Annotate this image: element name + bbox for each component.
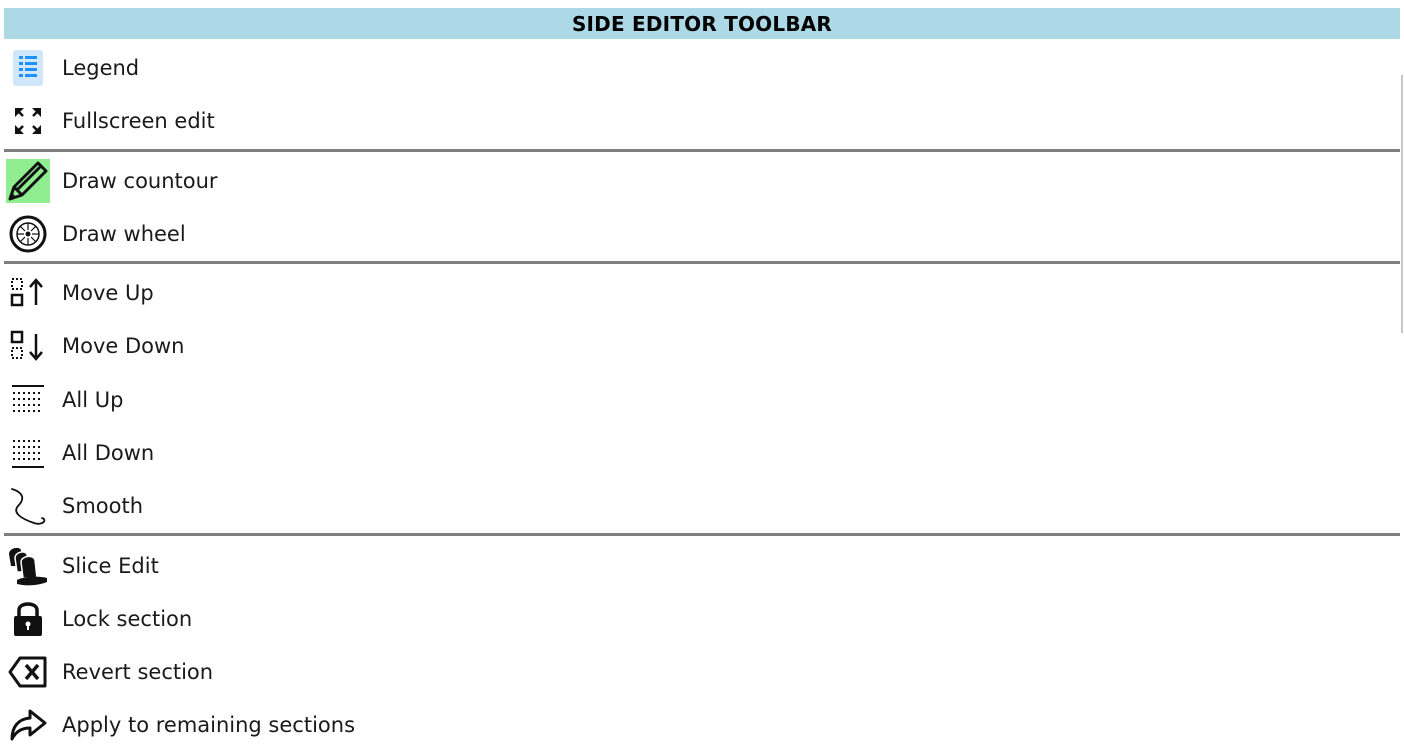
- toolbar-item-smooth[interactable]: Smooth: [0, 481, 1400, 531]
- all-down-icon: [6, 431, 50, 475]
- separator: [4, 261, 1400, 264]
- lock-icon: [6, 597, 50, 641]
- move-down-icon: [6, 324, 50, 368]
- toolbar-item-fullscreen-edit[interactable]: Fullscreen edit: [0, 96, 1400, 146]
- bread-slice-icon: [6, 544, 50, 588]
- toolbar-item-lock-section[interactable]: Lock section: [0, 594, 1400, 644]
- list-icon: [6, 46, 50, 90]
- toolbar-item-label: All Down: [62, 441, 155, 465]
- toolbar-item-legend[interactable]: Legend: [0, 43, 1400, 93]
- toolbar-item-label: Apply to remaining sections: [62, 713, 356, 737]
- toolbar-item-slice-edit[interactable]: Slice Edit: [0, 541, 1400, 591]
- pencil-icon: [6, 159, 50, 203]
- toolbar-item-label: Draw wheel: [62, 222, 186, 246]
- separator: [4, 149, 1400, 152]
- toolbar-item-all-down[interactable]: All Down: [0, 428, 1400, 478]
- toolbar-item-label: Lock section: [62, 607, 193, 631]
- toolbar-item-revert-section[interactable]: Revert section: [0, 647, 1400, 697]
- toolbar-item-draw-wheel[interactable]: Draw wheel: [0, 209, 1400, 259]
- forward-arrow-icon: [6, 703, 50, 747]
- wheel-icon: [6, 212, 50, 256]
- all-up-icon: [6, 378, 50, 422]
- toolbar-item-label: Fullscreen edit: [62, 109, 215, 133]
- toolbar-item-label: Revert section: [62, 660, 214, 684]
- toolbar-title: SIDE EDITOR TOOLBAR: [4, 8, 1400, 39]
- toolbar-title-text: SIDE EDITOR TOOLBAR: [571, 11, 833, 36]
- backspace-x-icon: [6, 650, 50, 694]
- separator: [4, 533, 1400, 536]
- scrollbar-thumb[interactable]: [1401, 75, 1403, 333]
- fullscreen-icon: [6, 99, 50, 143]
- toolbar-item-label: Move Down: [62, 334, 185, 358]
- toolbar-item-apply-remaining[interactable]: Apply to remaining sections: [0, 700, 1400, 750]
- smooth-curve-icon: [6, 484, 50, 528]
- toolbar-item-label: Legend: [62, 56, 140, 80]
- toolbar-item-label: Slice Edit: [62, 554, 159, 578]
- toolbar-item-label: All Up: [62, 388, 124, 412]
- toolbar-item-all-up[interactable]: All Up: [0, 375, 1400, 425]
- toolbar-item-draw-contour[interactable]: Draw countour: [0, 156, 1400, 206]
- move-up-icon: [6, 271, 50, 315]
- toolbar-item-label: Smooth: [62, 494, 144, 518]
- toolbar-item-label: Draw countour: [62, 169, 218, 193]
- toolbar-item-move-down[interactable]: Move Down: [0, 321, 1400, 371]
- toolbar-item-move-up[interactable]: Move Up: [0, 268, 1400, 318]
- toolbar-item-label: Move Up: [62, 281, 154, 305]
